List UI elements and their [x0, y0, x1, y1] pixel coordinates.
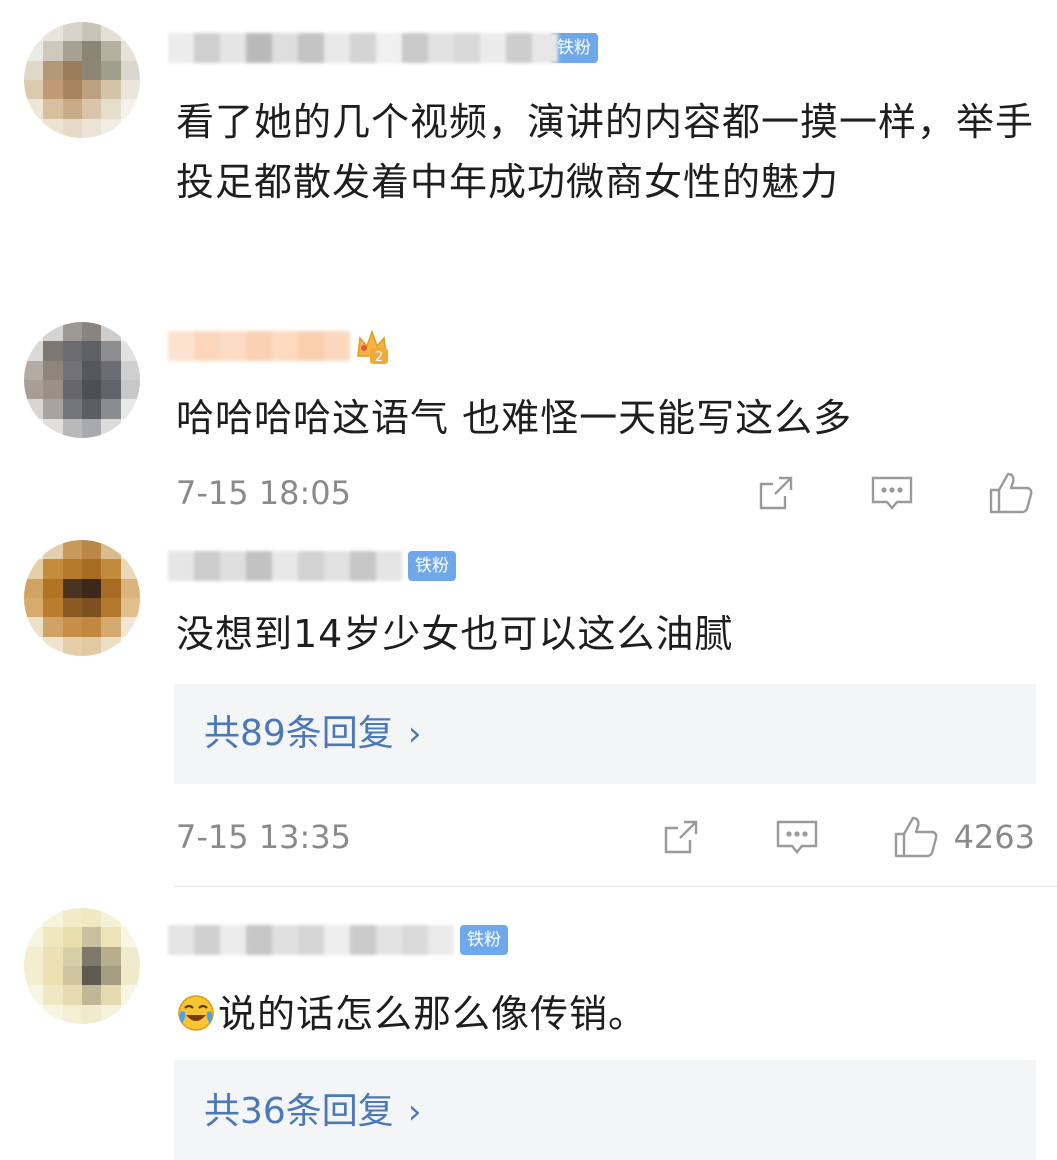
share-icon	[759, 476, 793, 510]
username-blurred	[168, 551, 402, 581]
comment-meta: 7-15 13:35 4263	[176, 812, 1035, 862]
level-number: 2	[375, 350, 383, 365]
comment-text: 看了她的几个视频，演讲的内容都一摸一样，举手投足都散发着中年成功微商女性的魅力	[176, 100, 1035, 204]
avatar[interactable]	[24, 22, 140, 138]
reply-summary[interactable]: 共89条回复 ›	[174, 684, 1036, 784]
chevron-right-icon: ›	[407, 1092, 422, 1132]
chevron-right-icon: ›	[407, 714, 422, 754]
reply-count: 共89条回复	[204, 713, 394, 754]
like-button[interactable]: 4263	[892, 814, 1035, 860]
reply-button[interactable]	[774, 816, 820, 858]
share-icon	[664, 820, 697, 854]
reply-button[interactable]	[869, 472, 915, 514]
username-blurred	[168, 331, 350, 361]
comment-icon	[871, 476, 913, 510]
username-blurred	[168, 33, 558, 63]
comment-time: 7-15 13:35	[176, 818, 352, 856]
avatar[interactable]	[24, 322, 140, 438]
comment-text-body: 说的话怎么那么像传销。	[218, 992, 648, 1036]
share-button[interactable]	[755, 472, 797, 514]
view-replies-link[interactable]: 共89条回复 ›	[204, 710, 421, 758]
fan-badge: 铁粉	[460, 925, 508, 955]
username[interactable]: 铁粉	[168, 28, 598, 68]
comment-text: 哈哈哈哈这语气 也难怪一天能写这么多	[176, 396, 853, 440]
laughing-crying-icon	[178, 995, 214, 1031]
comment-time: 7-15 18:05	[176, 474, 352, 512]
crown-level-icon: 2	[354, 326, 390, 366]
avatar[interactable]	[24, 908, 140, 1024]
thumbs-up-icon	[894, 816, 938, 858]
like-button[interactable]	[987, 470, 1035, 516]
reply-summary[interactable]: 共36条回复 ›	[174, 1060, 1036, 1160]
username[interactable]: 铁粉	[168, 920, 508, 960]
comment-meta: 7-15 18:05	[176, 468, 1035, 518]
comment-text: 没想到14岁少女也可以这么油腻	[176, 612, 734, 656]
like-count: 4263	[953, 818, 1035, 856]
share-button[interactable]	[660, 816, 702, 858]
fan-badge: 铁粉	[408, 551, 456, 581]
comment-text: 说的话怎么那么像传销。	[176, 984, 1036, 1044]
comment-icon	[776, 820, 817, 854]
username[interactable]: 2	[168, 326, 390, 366]
username[interactable]: 铁粉	[168, 546, 456, 586]
reply-count: 共36条回复	[204, 1091, 394, 1132]
thumbs-up-icon	[989, 472, 1033, 514]
view-replies-link[interactable]: 共36条回复 ›	[204, 1088, 421, 1136]
divider	[174, 886, 1057, 887]
username-blurred	[168, 925, 454, 955]
avatar[interactable]	[24, 540, 140, 656]
